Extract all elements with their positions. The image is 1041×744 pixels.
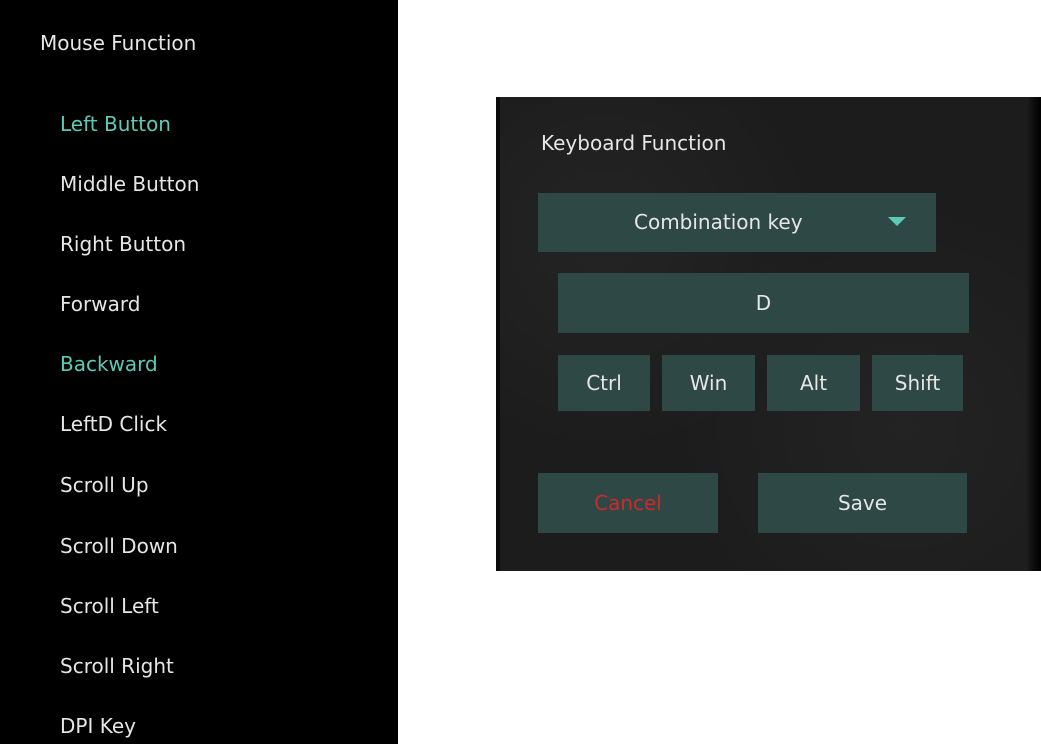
mouse-item-left-button[interactable]: Left Button <box>60 110 171 138</box>
modifier-shift-button[interactable]: Shift <box>872 355 963 411</box>
key-input-field[interactable]: D <box>558 273 969 333</box>
keyboard-function-title: Keyboard Function <box>541 131 727 155</box>
save-button[interactable]: Save <box>758 473 967 533</box>
mouse-item-scroll-right[interactable]: Scroll Right <box>60 652 174 680</box>
modifier-win-button[interactable]: Win <box>662 355 755 411</box>
caret-down-icon[interactable] <box>888 217 906 226</box>
mouse-item-dpi-key[interactable]: DPI Key <box>60 712 136 740</box>
mouse-item-leftd-click[interactable]: LeftD Click <box>60 410 167 438</box>
dialog-left-border <box>496 97 500 571</box>
key-mode-value: Combination key <box>634 210 803 234</box>
mouse-item-scroll-left[interactable]: Scroll Left <box>60 592 159 620</box>
cancel-button[interactable]: Cancel <box>538 473 718 533</box>
mouse-item-middle-button[interactable]: Middle Button <box>60 170 199 198</box>
mouse-item-right-button[interactable]: Right Button <box>60 230 186 258</box>
mouse-function-panel: Mouse Function Left Button Middle Button… <box>0 0 398 744</box>
keyboard-function-dialog: Keyboard Function Combination key D Ctrl… <box>496 97 1041 571</box>
mouse-item-backward[interactable]: Backward <box>60 350 158 378</box>
modifier-alt-button[interactable]: Alt <box>767 355 860 411</box>
key-input-value: D <box>755 291 772 315</box>
mouse-item-scroll-down[interactable]: Scroll Down <box>60 532 178 560</box>
mouse-item-scroll-up[interactable]: Scroll Up <box>60 471 149 499</box>
key-mode-dropdown[interactable]: Combination key <box>538 193 936 252</box>
dialog-right-border <box>1027 97 1041 571</box>
mouse-function-title: Mouse Function <box>40 31 197 55</box>
modifier-ctrl-button[interactable]: Ctrl <box>558 355 650 411</box>
mouse-item-forward[interactable]: Forward <box>60 290 140 318</box>
